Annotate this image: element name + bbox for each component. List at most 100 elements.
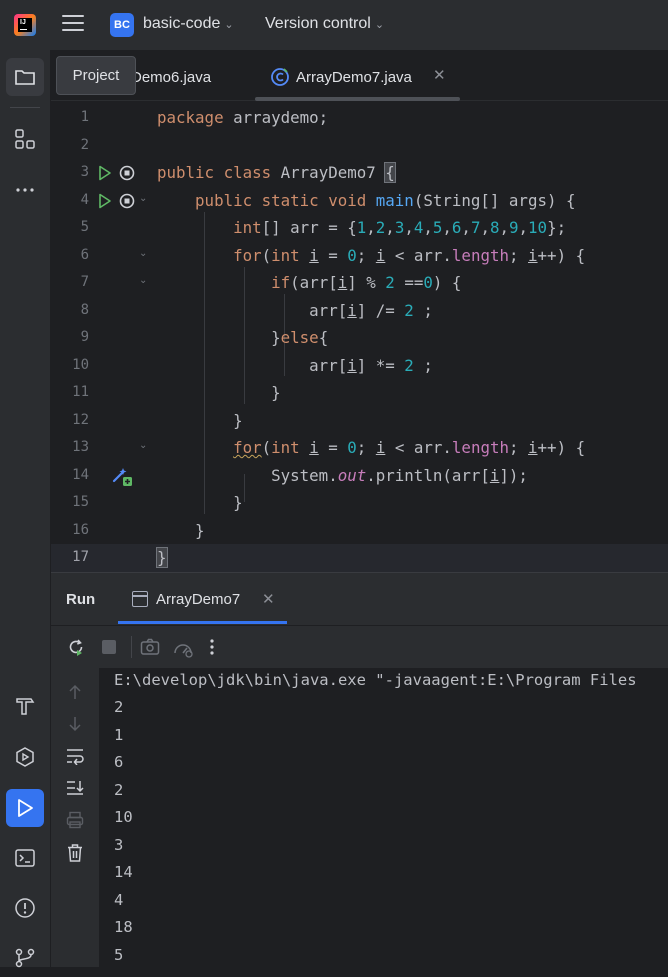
- console-line: 5: [114, 945, 124, 964]
- build-icon[interactable]: [6, 687, 44, 725]
- code-text: }: [156, 547, 168, 568]
- code-line[interactable]: 8 arr[i] /= 2 ;: [51, 297, 668, 325]
- logo-text: IJ: [20, 19, 26, 26]
- project-name: basic-code: [143, 15, 221, 32]
- code-line[interactable]: 5 int[] arr = {1,2,3,4,5,6,7,8,9,10};: [51, 214, 668, 242]
- left-tool-window-bar: [0, 50, 51, 968]
- active-tab-indicator: [255, 97, 460, 101]
- code-line[interactable]: 3 public class ArrayDemo7 {: [51, 159, 668, 187]
- line-number: 8: [80, 301, 89, 318]
- line-number: 11: [72, 384, 89, 400]
- code-line[interactable]: 14 System.out.println(arr[i]);: [51, 462, 668, 490]
- fold-chevron-icon[interactable]: ⌄: [139, 275, 147, 286]
- run-panel-title: Run: [66, 591, 96, 608]
- line-number: 1: [80, 109, 89, 125]
- vcs-label: Version control: [265, 15, 371, 32]
- code-line[interactable]: 15 }: [51, 489, 668, 517]
- intellij-logo-icon[interactable]: IJ: [14, 14, 36, 36]
- console-line: 10: [114, 808, 133, 826]
- code-text: for(int i = 0; i < arr.length; i++) {: [233, 438, 586, 457]
- line-number: 15: [72, 494, 89, 510]
- code-text: package arraydemo;: [157, 108, 329, 127]
- code-line[interactable]: 16 }: [51, 517, 668, 545]
- kebab-menu-icon[interactable]: [208, 637, 216, 657]
- line-number: 4: [80, 191, 89, 208]
- soft-wrap-icon[interactable]: [65, 747, 85, 765]
- run-gutter-icon[interactable]: [98, 165, 112, 181]
- console-line: 3: [114, 835, 124, 854]
- problems-icon[interactable]: [6, 889, 44, 927]
- camera-icon[interactable]: [140, 638, 160, 656]
- run-icon[interactable]: [6, 789, 44, 827]
- toolbar-divider: [10, 107, 40, 108]
- scroll-up-icon[interactable]: [67, 683, 83, 701]
- code-text: for(int i = 0; i < arr.length; i++) {: [233, 245, 586, 265]
- debug-gutter-icon[interactable]: [119, 165, 135, 181]
- code-text: }: [157, 410, 243, 430]
- code-editor[interactable]: 1 package arraydemo; 2 3 public class Ar…: [51, 102, 668, 572]
- print-icon[interactable]: [66, 811, 84, 829]
- close-icon[interactable]: ✕: [433, 66, 446, 84]
- stop-icon[interactable]: [101, 639, 117, 655]
- code-text: public class ArrayDemo7 {: [157, 162, 396, 183]
- intention-bulb-icon[interactable]: [111, 465, 133, 487]
- scroll-to-end-icon[interactable]: [65, 779, 85, 797]
- code-text: public static void main(String[] args) {: [195, 190, 576, 210]
- structure-icon[interactable]: [6, 120, 44, 158]
- code-line-current[interactable]: 17 }: [51, 544, 668, 572]
- tab-arraydemo7[interactable]: ArrayDemo7.java: [296, 69, 412, 86]
- toolbar-divider: [131, 636, 132, 658]
- scroll-down-icon[interactable]: [67, 715, 83, 733]
- line-number: 7: [80, 274, 89, 290]
- rerun-icon[interactable]: [66, 637, 86, 657]
- tab-demo6[interactable]: Demo6.java: [131, 69, 211, 86]
- code-line[interactable]: 2: [51, 132, 668, 160]
- code-text: if(arr[i] % 2 ==0) {: [271, 273, 462, 292]
- more-icon[interactable]: [6, 171, 44, 209]
- code-text: }else{: [157, 328, 329, 347]
- console-line: 2: [114, 780, 124, 799]
- run-tab-arraydemo7[interactable]: ArrayDemo7: [156, 591, 240, 608]
- code-line[interactable]: 7 ⌄ if(arr[i] % 2 ==0) {: [51, 269, 668, 297]
- code-line[interactable]: 10 arr[i] *= 2 ;: [51, 352, 668, 380]
- code-text: }: [157, 520, 205, 540]
- vcs-selector[interactable]: Version control ⌄: [265, 15, 384, 33]
- java-class-icon: [270, 67, 290, 87]
- trash-icon[interactable]: [66, 843, 84, 863]
- project-badge[interactable]: BC: [110, 13, 134, 37]
- code-text: System.out.println(arr[i]);: [157, 465, 528, 485]
- line-number: 10: [72, 356, 89, 373]
- services-icon[interactable]: [6, 738, 44, 776]
- folder-icon[interactable]: [6, 58, 44, 96]
- debug-gutter-icon[interactable]: [119, 193, 135, 209]
- line-number: 16: [72, 521, 89, 538]
- main-menu-icon[interactable]: [62, 15, 84, 33]
- line-number: 6: [80, 246, 89, 263]
- fold-chevron-icon[interactable]: ⌄: [139, 440, 147, 451]
- run-gutter-icon[interactable]: [98, 193, 112, 209]
- chevron-down-icon: ⌄: [374, 19, 385, 31]
- code-line[interactable]: 11 }: [51, 379, 668, 407]
- fold-chevron-icon[interactable]: ⌄: [139, 248, 147, 259]
- code-line[interactable]: 9 }else{: [51, 324, 668, 352]
- terminal-icon[interactable]: [6, 839, 44, 877]
- code-line[interactable]: 4 ⌄ public static void main(String[] arg…: [51, 187, 668, 215]
- code-line[interactable]: 6 ⌄ for(int i = 0; i < arr.length; i++) …: [51, 242, 668, 270]
- code-line[interactable]: 12 }: [51, 407, 668, 435]
- line-number: 9: [80, 329, 89, 345]
- fold-chevron-icon[interactable]: ⌄: [139, 193, 147, 204]
- line-number: 17: [72, 549, 89, 565]
- profiler-icon[interactable]: [172, 638, 194, 658]
- code-line[interactable]: 13 ⌄ for(int i = 0; i < arr.length; i++)…: [51, 434, 668, 462]
- run-side-toolbar: [51, 668, 99, 967]
- console-output[interactable]: E:\develop\jdk\bin\java.exe "-javaagent:…: [99, 668, 668, 967]
- console-command-line: E:\develop\jdk\bin\java.exe "-javaagent:…: [114, 671, 637, 689]
- code-text: arr[i] *= 2 ;: [157, 355, 433, 375]
- console-line: 1: [114, 725, 124, 744]
- project-selector[interactable]: basic-code ⌄: [143, 15, 234, 33]
- console-line: 18: [114, 918, 133, 936]
- close-icon[interactable]: ✕: [262, 590, 275, 608]
- git-icon[interactable]: [6, 939, 44, 977]
- code-line[interactable]: 1 package arraydemo;: [51, 104, 668, 132]
- run-config-icon: [132, 591, 148, 607]
